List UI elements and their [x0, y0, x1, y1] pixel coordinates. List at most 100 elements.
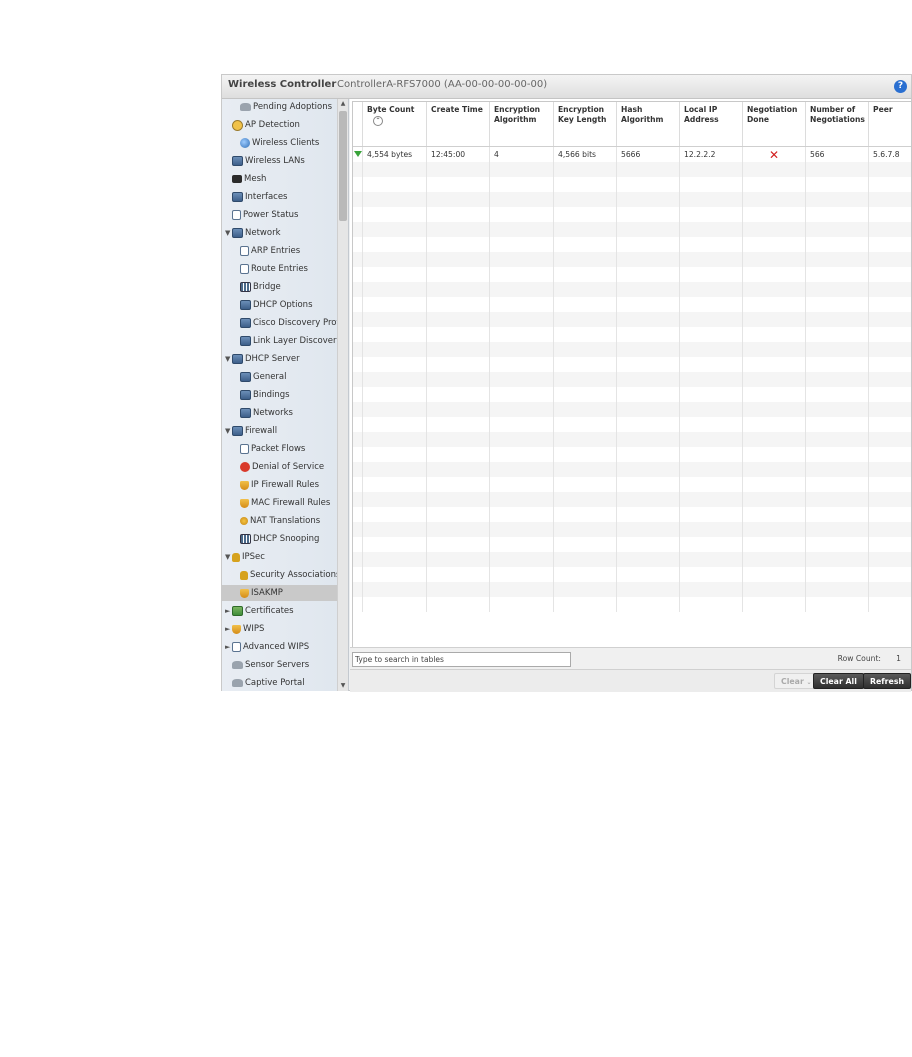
- table-row[interactable]: 4,554 bytes 12:45:00 4 4,566 bits 5666 12.2.2…: [353, 146, 911, 162]
- table-cell: [362, 177, 427, 192]
- row-indicator: [353, 207, 363, 222]
- sidebar-item[interactable]: Security Associations: [222, 567, 340, 583]
- table-cell: [426, 507, 490, 522]
- column-header[interactable]: Create Time: [426, 102, 490, 147]
- sidebar-item[interactable]: Packet Flows: [222, 441, 305, 457]
- table-cell: 566: [805, 146, 869, 162]
- scroll-up-icon[interactable]: ▲: [338, 99, 348, 109]
- row-indicator: [353, 582, 363, 597]
- sidebar-item[interactable]: Wireless LANs: [222, 153, 305, 169]
- sidebar-item[interactable]: Wireless Clients: [222, 135, 319, 151]
- sidebar-item[interactable]: Cisco Discovery Prot: [222, 315, 340, 331]
- table-row: [353, 432, 911, 447]
- table-cell: [805, 312, 869, 327]
- sidebar-item[interactable]: Bindings: [222, 387, 290, 403]
- search-input[interactable]: [352, 652, 571, 667]
- column-header[interactable]: Encryption Key Length: [553, 102, 617, 147]
- column-header-label: Encryption Key Length: [558, 105, 607, 124]
- column-header[interactable]: Hash Algorithm: [616, 102, 680, 147]
- table-cell: [868, 207, 911, 222]
- sidebar-item[interactable]: ► Certificates: [222, 603, 294, 619]
- collapse-arrow-icon[interactable]: ►: [225, 607, 232, 615]
- sidebar-item[interactable]: Route Entries: [222, 261, 308, 277]
- clear-button[interactable]: Clear ⌄: [774, 673, 819, 689]
- table-cell: [362, 282, 427, 297]
- sidebar-item[interactable]: ► WIPS: [222, 621, 264, 637]
- column-header[interactable]: Peer: [868, 102, 911, 147]
- title-bar: Wireless Controller ControllerA-RFS7000 …: [222, 75, 911, 99]
- table-row: [353, 327, 911, 342]
- network-icon: [232, 228, 243, 238]
- row-indicator: [353, 522, 363, 537]
- table-cell: [426, 462, 490, 477]
- scroll-down-icon[interactable]: ▼: [338, 681, 348, 691]
- scrollbar-thumb[interactable]: [339, 111, 347, 221]
- sidebar-item[interactable]: DHCP Options: [222, 297, 313, 313]
- table-cell: [489, 252, 554, 267]
- column-header[interactable]: Number of Negotiations: [805, 102, 869, 147]
- expand-arrow-icon[interactable]: ▼: [225, 553, 232, 561]
- table-cell: [742, 522, 806, 537]
- sidebar-item[interactable]: Power Status: [222, 207, 299, 223]
- table-cell: [362, 252, 427, 267]
- column-header[interactable]: Local IP Address: [679, 102, 743, 147]
- sidebar-item-label: Link Layer Discovery: [253, 336, 342, 346]
- expand-arrow-icon[interactable]: ▼: [225, 427, 232, 435]
- expand-arrow-icon[interactable]: ▼: [225, 229, 232, 237]
- sort-icon[interactable]: ⌃: [373, 116, 383, 126]
- key-icon: [240, 588, 249, 598]
- sidebar-item[interactable]: AP Detection: [222, 117, 300, 133]
- sidebar-item[interactable]: DHCP Snooping: [222, 531, 319, 547]
- table-cell: [616, 447, 680, 462]
- table-cell: [805, 372, 869, 387]
- table-cell: [553, 357, 617, 372]
- column-header[interactable]: Byte Count ⌃: [362, 102, 427, 147]
- sidebar-item-label: General: [253, 372, 287, 382]
- sidebar-item[interactable]: MAC Firewall Rules: [222, 495, 330, 511]
- sidebar-item[interactable]: ▼ Firewall: [222, 423, 277, 439]
- nat-icon: [240, 517, 248, 525]
- table-cell: [426, 597, 490, 612]
- sidebar-item[interactable]: NAT Translations: [222, 513, 320, 529]
- sidebar-item-label: Interfaces: [245, 192, 288, 202]
- table-cell: [426, 327, 490, 342]
- sidebar-item[interactable]: General: [222, 369, 287, 385]
- table-cell: [742, 282, 806, 297]
- sidebar-item[interactable]: Link Layer Discovery: [222, 333, 342, 349]
- sidebar-item[interactable]: IP Firewall Rules: [222, 477, 319, 493]
- expand-arrow-icon[interactable]: ▼: [225, 355, 232, 363]
- table-cell: [868, 222, 911, 237]
- column-header[interactable]: Encryption Algorithm: [489, 102, 554, 147]
- sidebar-item[interactable]: Captive Portal: [222, 675, 305, 691]
- table-cell: [489, 192, 554, 207]
- sidebar-scrollbar[interactable]: ▲ ▼: [337, 99, 348, 691]
- sidebar-item[interactable]: ARP Entries: [222, 243, 300, 259]
- sidebar-item[interactable]: Denial of Service: [222, 459, 324, 475]
- sidebar-item[interactable]: ISAKMP: [222, 585, 348, 601]
- collapse-arrow-icon[interactable]: ►: [225, 625, 232, 633]
- sidebar-item[interactable]: Pending Adoptions: [222, 99, 332, 115]
- refresh-button[interactable]: Refresh: [863, 673, 912, 689]
- table-cell: [616, 327, 680, 342]
- table-cell: [805, 447, 869, 462]
- sidebar-item[interactable]: Interfaces: [222, 189, 287, 205]
- table-cell: [742, 342, 806, 357]
- table-cell: [489, 597, 554, 612]
- table-cell: [679, 462, 743, 477]
- row-indicator: [353, 342, 363, 357]
- sidebar-item[interactable]: Sensor Servers: [222, 657, 309, 673]
- table-cell: [742, 507, 806, 522]
- sidebar-item[interactable]: ▼ IPSec: [222, 549, 265, 565]
- sidebar-item[interactable]: ▼ DHCP Server: [222, 351, 300, 367]
- column-header[interactable]: Negotiation Done: [742, 102, 806, 147]
- sidebar-item[interactable]: Mesh: [222, 171, 266, 187]
- sidebar-item[interactable]: ▼ Network: [222, 225, 281, 241]
- clear-all-button[interactable]: Clear All: [813, 673, 864, 689]
- collapse-arrow-icon[interactable]: ►: [225, 643, 232, 651]
- table-cell: [805, 567, 869, 582]
- sidebar-item[interactable]: Networks: [222, 405, 293, 421]
- sidebar-item-label: Bindings: [253, 390, 290, 400]
- sidebar-item[interactable]: ► Advanced WIPS: [222, 639, 309, 655]
- help-icon[interactable]: ?: [894, 80, 907, 93]
- sidebar-item[interactable]: Bridge: [222, 279, 281, 295]
